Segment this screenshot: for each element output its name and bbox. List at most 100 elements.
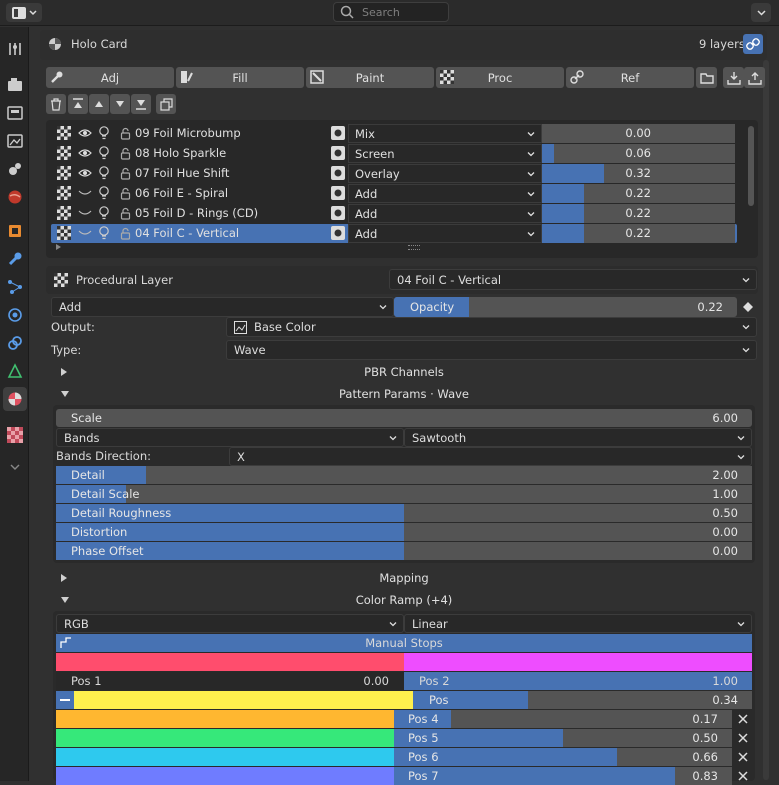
tab-tool[interactable] (3, 37, 27, 61)
section-mapping[interactable]: Mapping (51, 568, 757, 588)
wave-profile-select[interactable]: Sawtooth (404, 428, 752, 447)
ramp-color-swatch-1[interactable] (56, 653, 404, 671)
tab-particles[interactable] (3, 275, 27, 299)
tab-scene[interactable] (3, 157, 27, 181)
layer-opacity-slider[interactable]: 0.22 (542, 224, 735, 243)
layer-opacity-slider[interactable]: 0.06 (542, 144, 735, 163)
tab-material[interactable] (3, 387, 27, 411)
eye-closed-icon[interactable] (78, 206, 92, 220)
eye-icon[interactable] (78, 166, 92, 180)
lock-icon[interactable] (120, 226, 131, 240)
proc-layer-select[interactable]: 04 Foil C - Vertical (389, 269, 757, 290)
tab-physics[interactable] (3, 303, 27, 327)
lock-icon[interactable] (120, 146, 131, 160)
ramp-stop-slider[interactable]: Pos 4 0.17 (394, 710, 732, 728)
tab-view-layer[interactable] (3, 129, 27, 153)
tab-output[interactable] (3, 101, 27, 125)
mask-icon[interactable] (331, 166, 345, 180)
lock-icon[interactable] (120, 206, 131, 220)
layer-row[interactable]: 08 Holo Sparkle Screen 0.06 (51, 144, 737, 163)
pos2-field[interactable]: Pos 2 1.00 (404, 672, 752, 690)
search-input[interactable]: Search (333, 2, 449, 22)
tab-modifiers[interactable] (3, 247, 27, 271)
bands-select[interactable]: Bands (56, 428, 404, 447)
ramp-color-swatch[interactable] (56, 767, 394, 785)
layer-row[interactable]: 09 Foil Microbump Mix 0.00 (51, 124, 737, 143)
move-up-button[interactable] (89, 94, 109, 114)
output-select[interactable]: Base Color (226, 317, 757, 337)
tab-paint[interactable]: Paint (306, 67, 434, 88)
lock-icon[interactable] (120, 166, 131, 180)
param-distortion-slider[interactable]: Distortion 0.00 (56, 523, 752, 541)
layer-blend-select[interactable]: Screen (348, 144, 542, 163)
remove-stop-button[interactable] (56, 691, 74, 709)
param-detail-scale-slider[interactable]: Detail Scale 1.00 (56, 485, 752, 503)
layer-row[interactable]: 07 Foil Hue Shift Overlay 0.32 (51, 164, 737, 183)
move-down-button[interactable] (110, 94, 130, 114)
ramp-color-swatch[interactable] (56, 748, 394, 766)
pos-slider[interactable]: Pos 0.34 (413, 691, 752, 709)
remove-stop-x-button[interactable] (734, 748, 752, 766)
layer-blend-select[interactable]: Add (348, 224, 542, 243)
lightbulb-icon[interactable] (98, 226, 110, 240)
mask-icon[interactable] (331, 146, 345, 160)
ramp-interp-select[interactable]: Linear (404, 614, 752, 633)
eye-icon[interactable] (78, 146, 92, 160)
param-detail-roughness-slider[interactable]: Detail Roughness 0.50 (56, 504, 752, 522)
ramp-stop-slider[interactable]: Pos 7 0.83 (394, 767, 732, 785)
layer-blend-select[interactable]: Mix (348, 124, 542, 143)
lock-icon[interactable] (120, 126, 131, 140)
tab-fill[interactable]: Fill (176, 67, 304, 88)
tab-constraints[interactable] (3, 331, 27, 355)
list-resize-handle[interactable] (408, 245, 420, 250)
delete-layer-button[interactable] (46, 94, 66, 114)
tab-data[interactable] (3, 359, 27, 383)
section-color-ramp[interactable]: Color Ramp (+4) (51, 590, 757, 610)
mask-icon[interactable] (331, 226, 345, 240)
remove-stop-x-button[interactable] (734, 710, 752, 728)
keyframe-icon[interactable] (743, 302, 753, 312)
section-pbr-channels[interactable]: PBR Channels (51, 362, 757, 382)
lightbulb-icon[interactable] (98, 186, 110, 200)
ramp-color-swatch[interactable] (56, 729, 394, 747)
layer-row[interactable]: 06 Foil E - Spiral Add 0.22 (51, 184, 737, 203)
lock-icon[interactable] (120, 186, 131, 200)
move-bottom-button[interactable] (131, 94, 151, 114)
layer-opacity-slider[interactable]: 0.32 (542, 164, 735, 183)
bands-direction-select[interactable]: X (229, 447, 752, 466)
folder-button[interactable] (696, 67, 717, 88)
list-expand-icon[interactable] (56, 244, 61, 250)
tab-adj[interactable]: Adj (46, 67, 174, 88)
type-select[interactable]: Wave (226, 340, 757, 360)
proc-blend-select[interactable]: Add (51, 297, 394, 317)
ramp-color-swatch-pos[interactable] (74, 691, 413, 709)
tab-more[interactable] (3, 455, 27, 479)
tab-object[interactable] (3, 219, 27, 243)
move-top-button[interactable] (68, 94, 88, 114)
lightbulb-icon[interactable] (98, 166, 110, 180)
layer-blend-select[interactable]: Add (348, 204, 542, 223)
layer-blend-select[interactable]: Add (348, 184, 542, 203)
manual-stops-toggle[interactable]: Manual Stops (56, 634, 752, 652)
export-button[interactable] (744, 67, 765, 88)
ramp-color-mode-select[interactable]: RGB (56, 614, 404, 633)
layer-opacity-slider[interactable]: 0.00 (542, 124, 735, 143)
mask-icon[interactable] (331, 206, 345, 220)
proc-opacity-slider[interactable]: Opacity 0.22 (394, 297, 737, 317)
import-button[interactable] (723, 67, 744, 88)
eye-closed-icon[interactable] (78, 226, 92, 240)
layer-opacity-slider[interactable]: 0.22 (542, 204, 735, 223)
lightbulb-icon[interactable] (98, 126, 110, 140)
tab-world[interactable] (3, 185, 27, 209)
layer-row[interactable]: 04 Foil C - Vertical Add 0.22 (51, 224, 737, 243)
ramp-color-swatch-2[interactable] (404, 653, 752, 671)
lightbulb-icon[interactable] (98, 146, 110, 160)
remove-stop-x-button[interactable] (734, 767, 752, 785)
panel-scrollbar[interactable] (763, 60, 769, 780)
tab-ref[interactable]: Ref (566, 67, 694, 88)
duplicate-layer-button[interactable] (156, 94, 176, 114)
param-detail-slider[interactable]: Detail 2.00 (56, 466, 752, 484)
tab-proc[interactable]: Proc (436, 67, 564, 88)
editor-type-button[interactable] (6, 3, 42, 22)
tab-render[interactable] (3, 73, 27, 97)
